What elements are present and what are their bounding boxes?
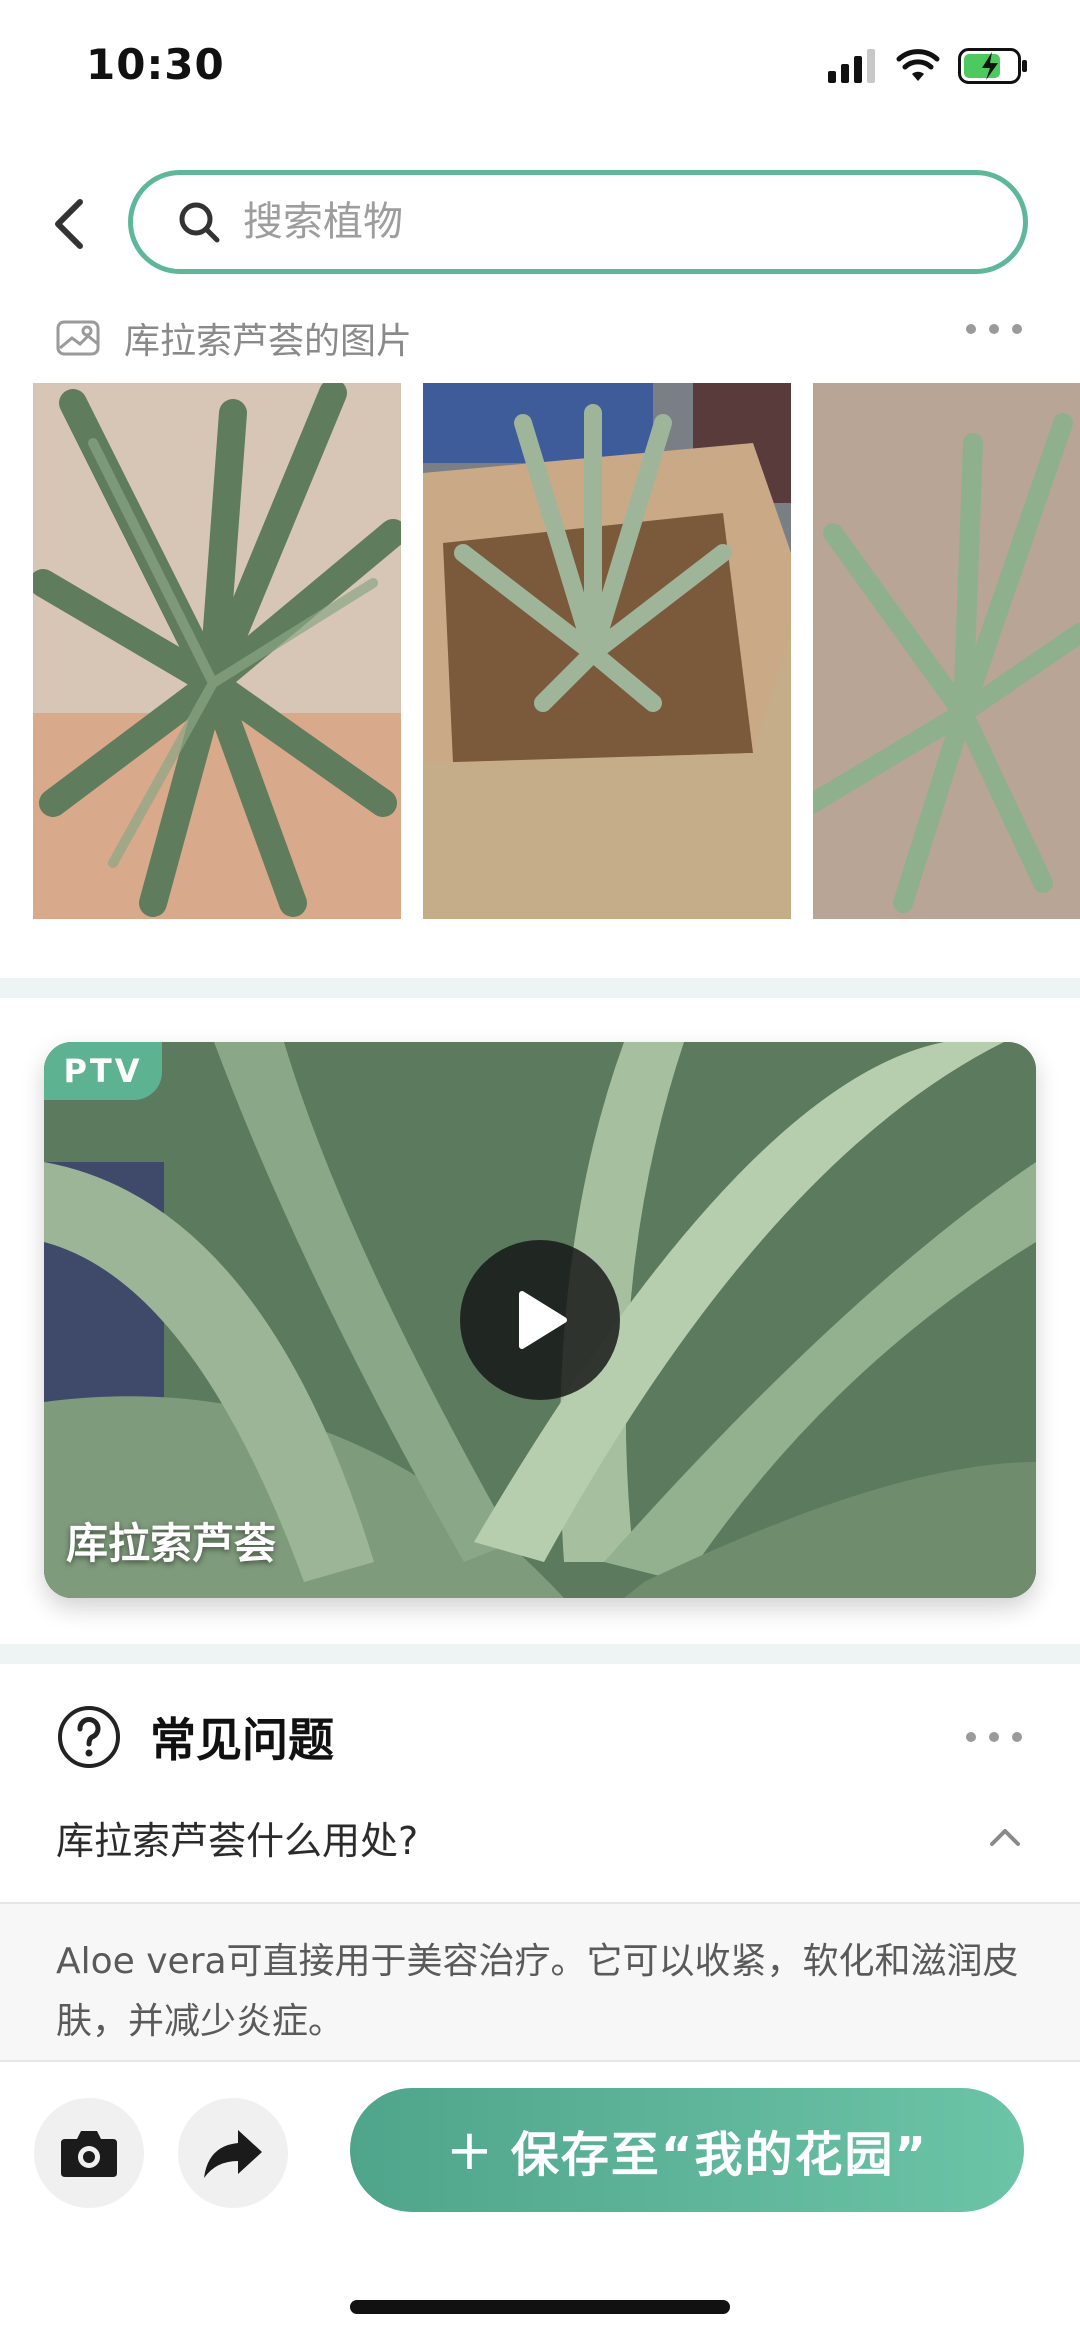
wifi-icon <box>896 49 940 81</box>
back-arrow-icon[interactable] <box>46 196 96 252</box>
search-icon <box>179 202 220 243</box>
image-icon <box>56 320 100 356</box>
faq-question[interactable]: 库拉索芦荟什么用处? <box>56 1810 418 1865</box>
faq-answer: Aloe vera可直接用于美容治疗。它可以收紧，软化和滋润皮肤，并减少炎症。 <box>0 1902 1080 2062</box>
search-input[interactable] <box>241 198 945 246</box>
share-button[interactable] <box>178 2098 288 2208</box>
plant-photo-3[interactable] <box>813 383 1080 919</box>
play-button[interactable] <box>460 1240 620 1400</box>
photos-more-icon[interactable] <box>966 323 1022 335</box>
share-arrow-icon <box>204 2130 262 2178</box>
faq-header: 常见问题 <box>56 1704 334 1770</box>
section-divider <box>0 978 1080 998</box>
photos-header: 库拉索芦荟的图片 <box>56 312 412 364</box>
battery-icon <box>958 48 1027 84</box>
faq-more-icon[interactable] <box>966 1731 1022 1743</box>
section-divider <box>0 1644 1080 1664</box>
plant-photo-2[interactable] <box>423 383 791 919</box>
status-icons <box>828 46 1028 86</box>
camera-icon <box>61 2131 117 2177</box>
faq-answer-text: Aloe vera可直接用于美容治疗。它可以收紧，软化和滋润皮肤，并减少炎症。 <box>56 1941 1019 2042</box>
ptv-badge: PTV <box>44 1042 162 1100</box>
signal-icon <box>828 49 875 83</box>
question-circle-icon <box>58 1706 120 1768</box>
camera-button[interactable] <box>34 2098 144 2208</box>
play-icon <box>519 1291 567 1349</box>
status-time: 10:30 <box>86 40 225 89</box>
save-button-label: 保存至“我的花园” <box>510 2127 929 2183</box>
home-indicator <box>350 2300 730 2314</box>
video-card[interactable]: PTV 库拉索芦荟 <box>44 1042 1036 1598</box>
chevron-up-icon[interactable] <box>988 1820 1022 1854</box>
search-bar[interactable] <box>128 170 1028 274</box>
faq-title: 常见问题 <box>150 1713 334 1767</box>
plant-photo-1[interactable] <box>33 383 401 919</box>
plus-icon: + <box>445 2117 495 2183</box>
video-title: 库拉索芦荟 <box>66 1519 277 1568</box>
photos-title: 库拉索芦荟的图片 <box>124 321 413 362</box>
save-to-garden-button[interactable]: + 保存至“我的花园” <box>350 2088 1024 2212</box>
